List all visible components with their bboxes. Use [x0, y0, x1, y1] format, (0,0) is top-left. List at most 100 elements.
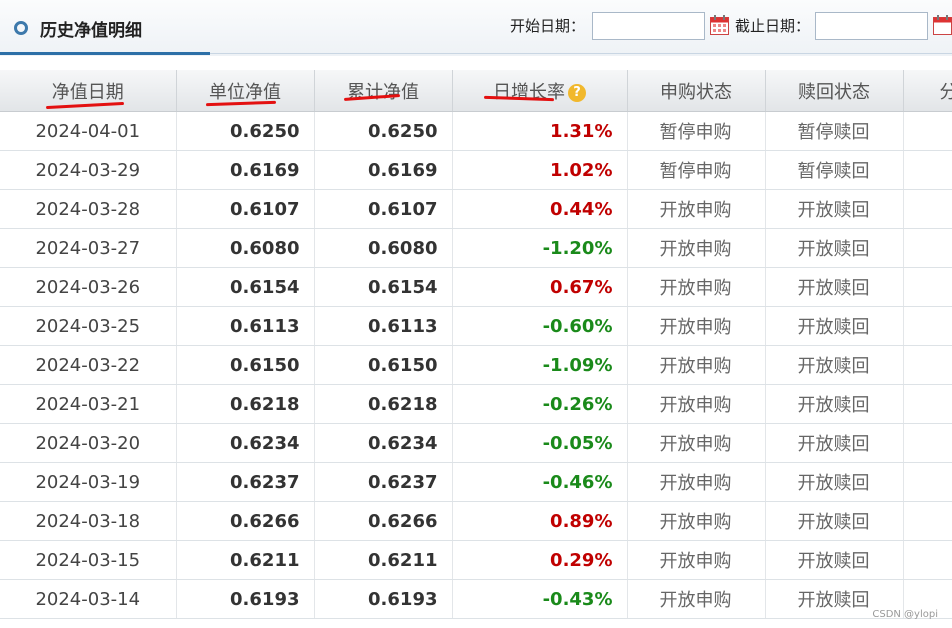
title-accent-line	[0, 52, 210, 55]
cell-acc-nav: 0.6211	[314, 540, 453, 580]
cell-buy-status: 开放申购	[627, 267, 766, 307]
table-row: 2024-03-20 0.6234 0.6234 -0.05% 开放申购 开放赎回	[0, 423, 952, 463]
circle-icon	[14, 21, 28, 35]
cell-dividend	[903, 423, 952, 463]
cell-date: 2024-03-28	[0, 189, 177, 229]
cell-acc-nav: 0.6250	[314, 111, 453, 151]
table-header-row: 净值日期 单位净值 累计净值 日增长率? 申购状态 赎回状态 分	[0, 70, 952, 112]
cell-daily-rate: -0.43%	[452, 579, 628, 619]
cell-daily-rate: 0.67%	[452, 267, 628, 307]
cell-daily-rate: 1.02%	[452, 150, 628, 190]
table-row: 2024-03-15 0.6211 0.6211 0.29% 开放申购 开放赎回	[0, 540, 952, 580]
cell-dividend	[903, 540, 952, 580]
start-date-label: 开始日期：	[510, 17, 586, 35]
table-row: 2024-03-19 0.6237 0.6237 -0.46% 开放申购 开放赎回	[0, 462, 952, 502]
cell-unit-nav: 0.6193	[176, 579, 315, 619]
table-row: 2024-03-22 0.6150 0.6150 -1.09% 开放申购 开放赎回	[0, 345, 952, 385]
cell-unit-nav: 0.6237	[176, 462, 315, 502]
cell-daily-rate: -0.46%	[452, 462, 628, 502]
cell-dividend	[903, 267, 952, 307]
calendar-icon[interactable]	[710, 15, 729, 35]
cell-daily-rate: 0.89%	[452, 501, 628, 541]
cell-unit-nav: 0.6113	[176, 306, 315, 346]
start-date-input[interactable]	[592, 12, 705, 40]
page-title: 历史净值明细	[40, 21, 142, 41]
cell-sell-status: 暂停赎回	[765, 150, 904, 190]
cell-acc-nav: 0.6154	[314, 267, 453, 307]
cell-daily-rate: 1.31%	[452, 111, 628, 151]
cell-acc-nav: 0.6150	[314, 345, 453, 385]
end-date-label: 截止日期：	[735, 17, 811, 35]
nav-history-table: 净值日期 单位净值 累计净值 日增长率? 申购状态 赎回状态 分 2024-04…	[0, 70, 952, 619]
cell-dividend	[903, 111, 952, 151]
cell-sell-status: 开放赎回	[765, 228, 904, 268]
cell-sell-status: 开放赎回	[765, 306, 904, 346]
cell-buy-status: 开放申购	[627, 228, 766, 268]
cell-daily-rate: 0.29%	[452, 540, 628, 580]
cell-sell-status: 开放赎回	[765, 345, 904, 385]
cell-buy-status: 开放申购	[627, 384, 766, 424]
cell-unit-nav: 0.6080	[176, 228, 315, 268]
table-row: 2024-03-26 0.6154 0.6154 0.67% 开放申购 开放赎回	[0, 267, 952, 307]
cell-sell-status: 暂停赎回	[765, 111, 904, 151]
cell-acc-nav: 0.6169	[314, 150, 453, 190]
cell-sell-status: 开放赎回	[765, 267, 904, 307]
calendar-icon[interactable]	[933, 15, 952, 35]
cell-dividend	[903, 150, 952, 190]
table-row: 2024-03-18 0.6266 0.6266 0.89% 开放申购 开放赎回	[0, 501, 952, 541]
cell-date: 2024-03-14	[0, 579, 177, 619]
cell-buy-status: 开放申购	[627, 501, 766, 541]
cell-acc-nav: 0.6234	[314, 423, 453, 463]
col-header-dividend: 分	[903, 70, 952, 112]
cell-date: 2024-03-29	[0, 150, 177, 190]
cell-dividend	[903, 345, 952, 385]
end-date-input[interactable]	[815, 12, 928, 40]
cell-sell-status: 开放赎回	[765, 384, 904, 424]
cell-acc-nav: 0.6237	[314, 462, 453, 502]
table-row: 2024-04-01 0.6250 0.6250 1.31% 暂停申购 暂停赎回	[0, 111, 952, 151]
col-header-unit-nav[interactable]: 单位净值	[176, 70, 315, 112]
cell-date: 2024-03-19	[0, 462, 177, 502]
cell-buy-status: 开放申购	[627, 345, 766, 385]
cell-daily-rate: -1.20%	[452, 228, 628, 268]
cell-acc-nav: 0.6266	[314, 501, 453, 541]
cell-date: 2024-03-20	[0, 423, 177, 463]
cell-unit-nav: 0.6211	[176, 540, 315, 580]
col-header-acc-nav[interactable]: 累计净值	[314, 70, 453, 112]
table-row: 2024-03-21 0.6218 0.6218 -0.26% 开放申购 开放赎回	[0, 384, 952, 424]
cell-buy-status: 开放申购	[627, 306, 766, 346]
cell-daily-rate: 0.44%	[452, 189, 628, 229]
cell-daily-rate: -0.26%	[452, 384, 628, 424]
cell-buy-status: 暂停申购	[627, 150, 766, 190]
table-row: 2024-03-14 0.6193 0.6193 -0.43% 开放申购 开放赎回	[0, 579, 952, 619]
cell-sell-status: 开放赎回	[765, 189, 904, 229]
cell-dividend	[903, 306, 952, 346]
cell-date: 2024-03-26	[0, 267, 177, 307]
cell-acc-nav: 0.6080	[314, 228, 453, 268]
cell-unit-nav: 0.6266	[176, 501, 315, 541]
cell-buy-status: 开放申购	[627, 462, 766, 502]
watermark: CSDN @ylopi	[872, 609, 938, 620]
table-row: 2024-03-29 0.6169 0.6169 1.02% 暂停申购 暂停赎回	[0, 150, 952, 190]
help-icon[interactable]: ?	[568, 83, 586, 102]
cell-dividend	[903, 228, 952, 268]
cell-unit-nav: 0.6218	[176, 384, 315, 424]
cell-buy-status: 开放申购	[627, 540, 766, 580]
cell-buy-status: 开放申购	[627, 423, 766, 463]
cell-unit-nav: 0.6154	[176, 267, 315, 307]
col-header-sell-status: 赎回状态	[765, 70, 904, 112]
cell-daily-rate: -0.60%	[452, 306, 628, 346]
cell-buy-status: 开放申购	[627, 579, 766, 619]
cell-acc-nav: 0.6107	[314, 189, 453, 229]
cell-acc-nav: 0.6113	[314, 306, 453, 346]
cell-unit-nav: 0.6234	[176, 423, 315, 463]
cell-unit-nav: 0.6150	[176, 345, 315, 385]
cell-sell-status: 开放赎回	[765, 423, 904, 463]
col-header-buy-status: 申购状态	[627, 70, 766, 112]
cell-dividend	[903, 384, 952, 424]
col-header-daily-rate[interactable]: 日增长率?	[452, 70, 628, 112]
table-row: 2024-03-25 0.6113 0.6113 -0.60% 开放申购 开放赎回	[0, 306, 952, 346]
cell-date: 2024-04-01	[0, 111, 177, 151]
cell-dividend	[903, 501, 952, 541]
cell-unit-nav: 0.6250	[176, 111, 315, 151]
